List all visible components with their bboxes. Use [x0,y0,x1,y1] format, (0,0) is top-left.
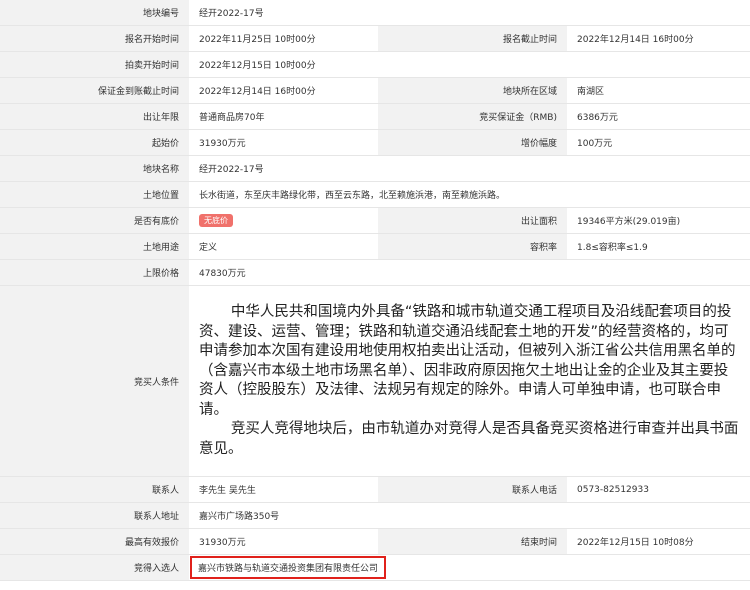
row-bidder-conditions: 竞买人条件 中华人民共和国境内外具备“铁路和城市轨道交通工程项目及沿线配套项目的… [0,285,750,477]
contact-phone-label: 联系人电话 [378,476,567,503]
row-parcel-name: 地块名称 经开2022-17号 [0,155,750,182]
term-value: 普通商品房70年 [189,103,378,130]
start-price-value: 31930万元 [189,129,378,156]
bidder-conditions-paragraph-2: 竞买人竞得地块后，由市轨道办对竞得人是否具备竞买资格进行审查并出具书面意见。 [199,421,739,457]
row-highest-bid: 最高有效报价 31930万元 结束时间 2022年12月15日 10时08分 [0,528,750,555]
cap-price-empty [378,259,750,286]
bid-deposit-value: 6386万元 [567,103,750,130]
district-value: 南湖区 [567,77,750,104]
row-start-price: 起始价 31930万元 增价幅度 100万元 [0,129,750,156]
row-winner: 竞得入选人 嘉兴市铁路与轨道交通投资集团有限责任公司 [0,554,750,581]
district-label: 地块所在区域 [378,77,567,104]
parcel-name-value: 经开2022-17号 [189,155,750,182]
registration-end-value: 2022年12月14日 16时00分 [567,25,750,52]
term-label: 出让年限 [0,103,189,130]
land-info-table: 地块编号 经开2022-17号 报名开始时间 2022年11月25日 10时00… [0,0,750,581]
auction-start-label: 拍卖开始时间 [0,51,189,78]
land-use-value: 定义 [189,233,378,260]
increment-value: 100万元 [567,129,750,156]
row-auction-start: 拍卖开始时间 2022年12月15日 10时00分 [0,51,750,78]
row-contact-address: 联系人地址 嘉兴市广场路350号 [0,502,750,529]
row-location: 土地位置 长水街道，东至庆丰路绿化带，西至云东路，北至赖施浜港，南至赖施浜路。 [0,181,750,208]
row-registration: 报名开始时间 2022年11月25日 10时00分 报名截止时间 2022年12… [0,25,750,52]
registration-start-value: 2022年11月25日 10时00分 [189,25,378,52]
parcel-number-value: 经开2022-17号 [189,0,750,26]
winner-value: 嘉兴市铁路与轨道交通投资集团有限责任公司 [189,554,750,581]
registration-end-label: 报名截止时间 [378,25,567,52]
contact-phone-value: 0573-82512933 [567,476,750,503]
plot-ratio-value: 1.8≤容积率≤1.9 [567,233,750,260]
parcel-number-label: 地块编号 [0,0,189,26]
increment-label: 增价幅度 [378,129,567,156]
bidder-conditions-paragraph-1: 中华人民共和国境内外具备“铁路和城市轨道交通工程项目及沿线配套项目的投资、建设、… [199,304,736,418]
winner-highlight: 嘉兴市铁路与轨道交通投资集团有限责任公司 [190,556,387,579]
bidder-conditions-value: 中华人民共和国境内外具备“铁路和城市轨道交通工程项目及沿线配套项目的投资、建设、… [189,285,750,477]
auction-start-value: 2022年12月15日 10时00分 [189,51,750,78]
row-reserve-price: 是否有底价 无底价 出让面积 19346平方米(29.019亩) [0,207,750,234]
contact-address-value: 嘉兴市广场路350号 [189,502,750,529]
row-land-use: 土地用途 定义 容积率 1.8≤容积率≤1.9 [0,233,750,260]
cap-price-label: 上限价格 [0,259,189,286]
area-value: 19346平方米(29.019亩) [567,207,750,234]
contact-value: 李先生 吴先生 [189,476,378,503]
registration-start-label: 报名开始时间 [0,25,189,52]
land-use-label: 土地用途 [0,233,189,260]
winner-label: 竞得入选人 [0,554,189,581]
highest-bid-label: 最高有效报价 [0,528,189,555]
reserve-price-label: 是否有底价 [0,207,189,234]
bid-deposit-label: 竞买保证金（RMB) [378,103,567,130]
row-deposit-deadline: 保证金到账截止时间 2022年12月14日 16时00分 地块所在区域 南湖区 [0,77,750,104]
cap-price-value: 47830万元 [189,259,378,286]
plot-ratio-label: 容积率 [378,233,567,260]
no-reserve-badge: 无底价 [199,214,233,227]
row-contact: 联系人 李先生 吴先生 联系人电话 0573-82512933 [0,476,750,503]
end-time-value: 2022年12月15日 10时08分 [567,528,750,555]
deposit-deadline-value: 2022年12月14日 16时00分 [189,77,378,104]
area-label: 出让面积 [378,207,567,234]
highest-bid-value: 31930万元 [189,528,378,555]
reserve-price-value: 无底价 [189,207,378,234]
contact-address-label: 联系人地址 [0,502,189,529]
row-term: 出让年限 普通商品房70年 竞买保证金（RMB) 6386万元 [0,103,750,130]
parcel-name-label: 地块名称 [0,155,189,182]
location-value: 长水街道，东至庆丰路绿化带，西至云东路，北至赖施浜港，南至赖施浜路。 [189,181,750,208]
row-parcel-number: 地块编号 经开2022-17号 [0,0,750,26]
location-label: 土地位置 [0,181,189,208]
contact-label: 联系人 [0,476,189,503]
row-cap-price: 上限价格 47830万元 [0,259,750,286]
start-price-label: 起始价 [0,129,189,156]
bidder-conditions-label: 竞买人条件 [0,285,189,477]
deposit-deadline-label: 保证金到账截止时间 [0,77,189,104]
end-time-label: 结束时间 [378,528,567,555]
